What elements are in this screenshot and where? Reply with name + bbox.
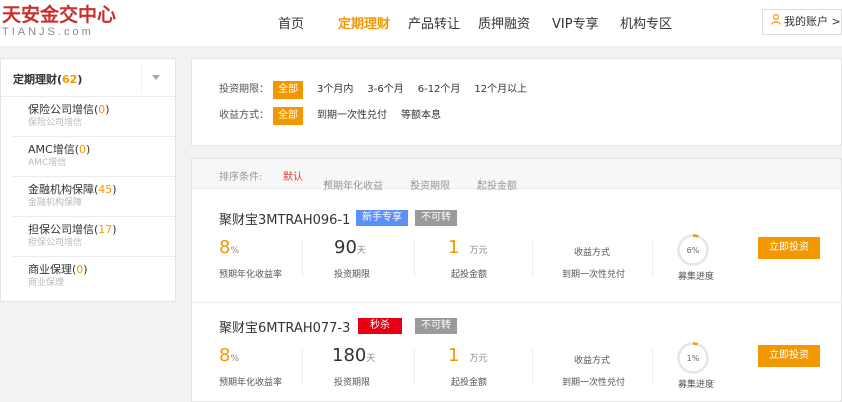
product-card: 聚财宝3MTRAH096-1 新手专享 不可转 8% 预期年化收益率 90天 投…	[192, 197, 841, 303]
term-option-12m-plus[interactable]: 12个月以上	[474, 81, 527, 99]
return-option-equal-installment[interactable]: 等额本息	[401, 107, 441, 125]
chevron-down-icon	[152, 75, 160, 80]
rate-cell: 8% 预期年化收益率	[219, 237, 329, 287]
account-label: 我的账户 >	[784, 15, 841, 28]
nav-home[interactable]: 首页	[278, 13, 304, 32]
rate-value: 8%	[219, 345, 240, 366]
min-amount-value: 1 万元	[448, 345, 488, 366]
term-value: 180天	[332, 345, 376, 366]
rate-label: 预期年化收益率	[219, 378, 283, 388]
return-option-lump-sum[interactable]: 到期一次性兑付	[317, 107, 387, 125]
divider	[302, 241, 303, 277]
min-amount-label: 起投金额	[451, 270, 488, 280]
return-filter-row: 收益方式： 全部 到期一次性兑付 等额本息	[219, 107, 455, 125]
nav-pledge-financing[interactable]: 质押融资	[478, 13, 530, 32]
term-option-3-6m[interactable]: 3-6个月	[367, 81, 403, 99]
term-filter-row: 投资期限： 全部 3个月内 3-6个月 6-12个月 12个月以上	[219, 81, 541, 99]
term-option-6-12m[interactable]: 6-12个月	[418, 81, 461, 99]
progress-label: 募集进度	[678, 380, 715, 390]
sidebar-item-amc[interactable]: AMC增信(0) AMC增信	[13, 137, 175, 177]
nav-vip[interactable]: VIP专享	[552, 13, 599, 32]
product-list: 排序条件: 默认 预期年化收益 ⇣ 投资期限 ⇣ 起投金额 ⇣ 聚财宝3MTRAH09…	[191, 158, 842, 402]
progress-ring: 1%	[677, 342, 709, 374]
non-transferable-tag: 不可转	[415, 210, 457, 226]
top-header: 天安金交中心 TIANJS.com 首页 定期理财 产品转让 质押融资 VIP专…	[0, 0, 842, 46]
progress-text: 6%	[687, 246, 700, 255]
sidebar-item-financial-institution[interactable]: 金融机构保障(45) 金融机构保障	[13, 177, 175, 217]
product-card: 聚财宝6MTRAH077-3 秒杀 不可转 8% 预期年化收益率 180天 投资…	[192, 305, 841, 402]
return-option-all[interactable]: 全部	[273, 107, 303, 125]
sort-bar: 排序条件: 默认 预期年化收益 ⇣ 投资期限 ⇣ 起投金额 ⇣	[192, 159, 841, 192]
nav-product-transfer[interactable]: 产品转让	[408, 13, 460, 32]
term-label: 投资期限	[334, 378, 371, 388]
newbie-tag: 新手专享	[356, 210, 408, 226]
nav-institution[interactable]: 机构专区	[620, 13, 672, 32]
min-amount-value: 1 万元	[448, 237, 488, 258]
term-value: 90天	[334, 237, 366, 258]
divider	[652, 241, 653, 277]
product-name[interactable]: 聚财宝3MTRAH096-1	[219, 209, 350, 228]
min-amount-label: 起投金额	[451, 378, 488, 388]
sort-label: 排序条件:	[219, 172, 263, 183]
logo-english: TIANJS.com	[2, 26, 94, 38]
sort-arrow-icon: ⇣	[410, 177, 417, 186]
divider	[302, 349, 303, 385]
min-amount-cell: 1 万元 起投金额	[448, 237, 558, 287]
logo-chinese: 天安金交中心	[2, 4, 117, 26]
category-sidebar: 定期理财(62) 保险公司增信(0) 保险公司增信 AMC增信(0) AMC增信…	[0, 58, 176, 302]
sidebar-count: 62	[62, 73, 78, 86]
collapse-toggle[interactable]	[141, 65, 160, 91]
rate-cell: 8% 预期年化收益率	[219, 345, 329, 395]
divider	[414, 349, 415, 385]
sidebar-item-insurance[interactable]: 保险公司增信(0) 保险公司增信	[13, 97, 175, 137]
term-cell: 90天 投资期限	[334, 237, 444, 287]
return-method-title: 收益方式	[574, 248, 611, 258]
progress-label: 募集进度	[678, 272, 715, 282]
term-option-3m[interactable]: 3个月内	[317, 81, 353, 99]
return-filter-label: 收益方式：	[219, 110, 269, 121]
rate-label: 预期年化收益率	[219, 270, 283, 280]
term-filter-label: 投资期限：	[219, 84, 269, 95]
invest-now-button[interactable]: 立即投资	[758, 237, 820, 259]
progress-ring: 6%	[677, 234, 709, 266]
filter-panel: 投资期限： 全部 3个月内 3-6个月 6-12个月 12个月以上 收益方式： 全部 到期一次…	[191, 58, 842, 146]
rate-value: 8%	[219, 237, 240, 258]
term-option-all[interactable]: 全部	[273, 81, 303, 99]
sort-arrow-icon: ⇣	[477, 177, 484, 186]
user-icon	[771, 11, 781, 35]
divider	[532, 349, 533, 385]
progress-text: 1%	[687, 354, 700, 363]
divider	[532, 241, 533, 277]
sort-default[interactable]: 默认	[283, 168, 303, 183]
term-cell: 180天 投资期限	[332, 345, 442, 395]
divider	[414, 241, 415, 277]
sidebar-item-factoring[interactable]: 商业保理(0) 商业保理	[13, 257, 175, 297]
sidebar-item-guarantee[interactable]: 担保公司增信(17) 担保公司增信	[13, 217, 175, 257]
term-label: 投资期限	[334, 270, 371, 280]
return-method-cell: 收益方式 到期一次性兑付	[562, 345, 672, 395]
nav-fixed-income[interactable]: 定期理财	[338, 13, 390, 32]
sort-arrow-icon: ⇣	[323, 177, 330, 186]
min-amount-cell: 1 万元 起投金额	[448, 345, 558, 395]
divider	[652, 349, 653, 385]
sidebar-title: 定期理财(62)	[13, 73, 83, 86]
return-method-title: 收益方式	[574, 356, 611, 366]
return-method-value: 到期一次性兑付	[562, 378, 626, 388]
site-logo[interactable]: 天安金交中心 TIANJS.com	[2, 4, 127, 42]
flash-sale-tag: 秒杀	[358, 318, 402, 334]
return-method-cell: 收益方式 到期一次性兑付	[562, 237, 672, 287]
product-name[interactable]: 聚财宝6MTRAH077-3	[219, 317, 350, 336]
sidebar-header[interactable]: 定期理财(62)	[1, 59, 175, 97]
invest-now-button[interactable]: 立即投资	[758, 345, 820, 367]
non-transferable-tag: 不可转	[415, 318, 457, 334]
my-account-button[interactable]: 我的账户 >	[762, 9, 842, 35]
return-method-value: 到期一次性兑付	[562, 270, 626, 280]
